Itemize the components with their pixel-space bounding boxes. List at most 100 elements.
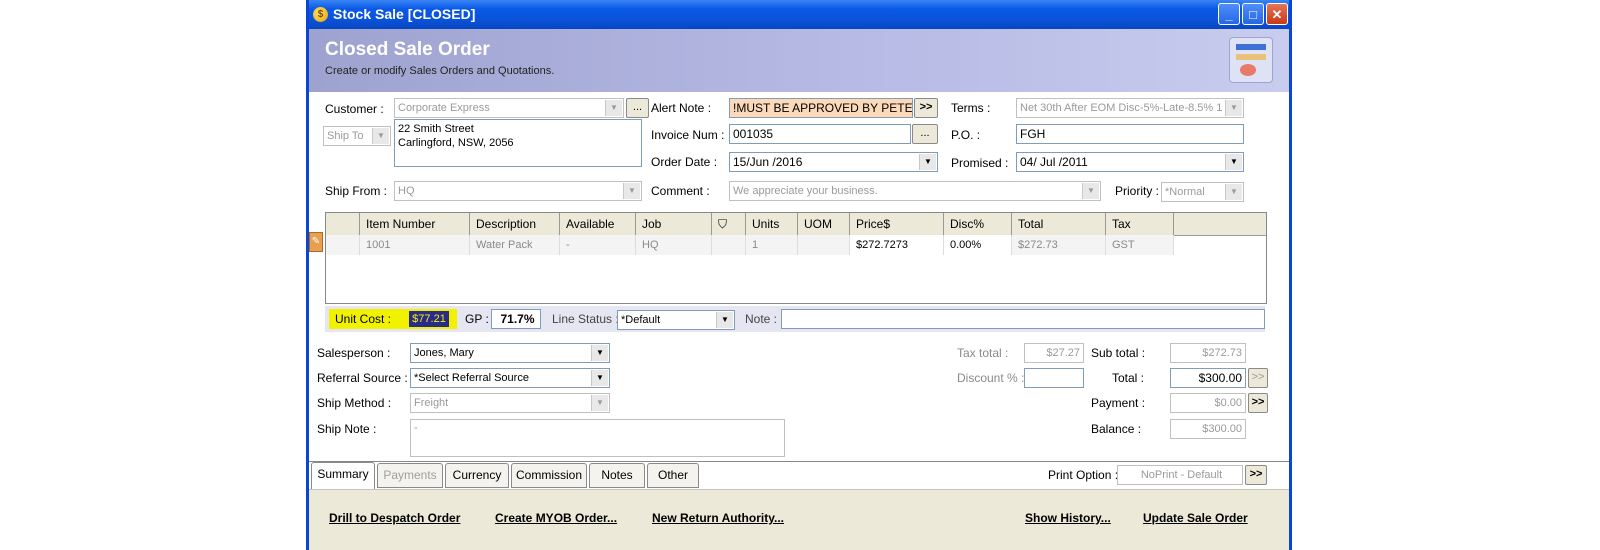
referral-source-select[interactable]: *Select Referral Source ▼	[410, 368, 610, 388]
grid-header: Item Number Description Available Job ⛉ …	[326, 213, 1266, 236]
create-myob-order-link[interactable]: Create MYOB Order...	[495, 511, 617, 525]
row-edit-icon[interactable]: ✎	[309, 232, 323, 252]
cell-description[interactable]: Water Pack	[470, 235, 560, 255]
tax-total-label: Tax total :	[957, 346, 1009, 360]
tab-notes[interactable]: Notes	[589, 463, 645, 488]
cell-item-number[interactable]: 1001	[360, 235, 470, 255]
cell-price[interactable]: $272.7273	[850, 235, 944, 255]
show-history-link[interactable]: Show History...	[1025, 511, 1111, 525]
title-bar[interactable]: $ Stock Sale [CLOSED] _ □ ✕	[309, 0, 1289, 29]
tab-other[interactable]: Other	[647, 463, 699, 488]
ship-from-select[interactable]: HQ ▼	[394, 181, 642, 201]
po-field[interactable]: FGH	[1016, 124, 1244, 144]
close-button[interactable]: ✕	[1266, 3, 1288, 25]
sales-order-icon	[1229, 37, 1273, 83]
total-arrow-button[interactable]: >>	[1248, 368, 1268, 388]
customer-label: Customer :	[325, 102, 384, 116]
tab-summary[interactable]: Summary	[311, 462, 375, 490]
terms-label: Terms :	[951, 101, 991, 115]
cell-disc[interactable]: 0.00%	[944, 235, 1012, 255]
col-description[interactable]: Description	[470, 213, 560, 235]
ship-from-value: HQ	[398, 185, 415, 197]
page-title: Closed Sale Order	[325, 39, 490, 60]
col-uom[interactable]: UOM	[798, 213, 850, 235]
cell-tax[interactable]: GST	[1106, 235, 1174, 255]
chevron-down-icon: ▼	[372, 128, 389, 144]
line-items-grid[interactable]: Item Number Description Available Job ⛉ …	[325, 212, 1267, 304]
payment-label: Payment :	[1091, 396, 1146, 410]
discount-label: Discount % :	[957, 371, 1025, 385]
print-option-arrow-button[interactable]: >>	[1245, 465, 1267, 485]
balance-value: $300.00	[1170, 419, 1246, 439]
line-status-select[interactable]: *Default ▼	[617, 310, 735, 330]
grid-corner	[326, 213, 360, 235]
ship-to-value: Ship To	[327, 130, 364, 142]
ship-note-label: Ship Note :	[317, 422, 377, 436]
tab-currency[interactable]: Currency	[445, 463, 509, 488]
customer-browse-button[interactable]: ...	[626, 98, 649, 118]
customer-select[interactable]: Corporate Express ▼	[394, 98, 624, 118]
filter-icon[interactable]: ⛉	[712, 213, 746, 235]
cell-filter[interactable]	[712, 235, 746, 255]
priority-label: Priority :	[1115, 184, 1160, 198]
col-total[interactable]: Total	[1012, 213, 1106, 235]
stock-sale-window: $ Stock Sale [CLOSED] _ □ ✕ Closed Sale …	[306, 0, 1292, 550]
line-note-field[interactable]	[781, 309, 1265, 329]
note-label: Note :	[745, 312, 778, 326]
cell-uom[interactable]	[798, 235, 850, 255]
address-line-2: Carlingford, NSW, 2056	[398, 137, 514, 149]
order-date-picker[interactable]: 15/Jun /2016 ▼	[729, 152, 938, 172]
col-disc[interactable]: Disc%	[944, 213, 1012, 235]
chevron-down-icon: ▼	[1082, 183, 1099, 199]
chevron-down-icon: ▼	[591, 345, 608, 361]
total-value: $300.00	[1170, 368, 1246, 388]
window-title: Stock Sale [CLOSED]	[333, 6, 476, 22]
new-return-authority-link[interactable]: New Return Authority...	[652, 511, 784, 525]
sub-total-label: Sub total :	[1091, 346, 1146, 360]
update-sale-order-link[interactable]: Update Sale Order	[1143, 511, 1248, 525]
cell-available[interactable]: -	[560, 235, 636, 255]
promised-date-picker[interactable]: 04/ Jul /2011 ▼	[1016, 152, 1244, 172]
salesperson-select[interactable]: Jones, Mary ▼	[410, 343, 610, 363]
invoice-num-field[interactable]: 001035	[729, 124, 911, 144]
minimize-button[interactable]: _	[1218, 3, 1240, 25]
order-form: Customer : Corporate Express ▼ ... Ship …	[309, 92, 1289, 550]
ship-method-select[interactable]: Freight ▼	[410, 393, 610, 413]
address-box[interactable]: 22 Smith Street Carlingford, NSW, 2056	[394, 119, 642, 167]
col-tax[interactable]: Tax	[1106, 213, 1174, 235]
priority-select[interactable]: *Normal ▼	[1161, 182, 1244, 202]
chevron-down-icon: ▼	[1225, 154, 1242, 170]
cell-units[interactable]: 1	[746, 235, 798, 255]
alert-note-button[interactable]: >>	[914, 98, 938, 118]
line-status-value: *Default	[621, 314, 661, 326]
print-option-select[interactable]: NoPrint - Default	[1117, 465, 1243, 485]
terms-select[interactable]: Net 30th After EOM Disc-5%-Late-8.5% 1 ▼	[1016, 98, 1244, 118]
line-detail-strip: Unit Cost : $77.21 GP : 71.7% Line Statu…	[325, 306, 1265, 332]
terms-value: Net 30th After EOM Disc-5%-Late-8.5% 1	[1020, 102, 1223, 114]
maximize-button[interactable]: □	[1242, 3, 1264, 25]
col-price[interactable]: Price$	[850, 213, 944, 235]
invoice-browse-button[interactable]: ...	[912, 124, 938, 144]
col-job[interactable]: Job	[636, 213, 712, 235]
tab-payments[interactable]: Payments	[377, 463, 443, 488]
ship-note-field[interactable]: -	[410, 419, 785, 457]
col-units[interactable]: Units	[746, 213, 798, 235]
discount-field[interactable]	[1024, 368, 1084, 388]
cell-job[interactable]: HQ	[636, 235, 712, 255]
col-available[interactable]: Available	[560, 213, 636, 235]
invoice-num-label: Invoice Num :	[651, 128, 725, 142]
drill-to-despatch-link[interactable]: Drill to Despatch Order	[329, 511, 460, 525]
page-subtitle: Create or modify Sales Orders and Quotat…	[325, 65, 555, 77]
comment-select[interactable]: We appreciate your business. ▼	[729, 181, 1101, 201]
unit-cost-value[interactable]: $77.21	[409, 311, 449, 327]
ship-to-select[interactable]: Ship To ▼	[323, 126, 391, 146]
alert-note-field[interactable]: !MUST BE APPROVED BY PETER	[729, 98, 913, 118]
row-selector[interactable]	[326, 235, 360, 255]
cell-total[interactable]: $272.73	[1012, 235, 1106, 255]
app-icon: $	[313, 7, 328, 22]
tab-commission[interactable]: Commission	[511, 463, 587, 488]
payment-arrow-button[interactable]: >>	[1248, 393, 1268, 413]
line-status-label: Line Status :	[552, 312, 619, 326]
col-item-number[interactable]: Item Number	[360, 213, 470, 235]
comment-label: Comment :	[651, 184, 710, 198]
